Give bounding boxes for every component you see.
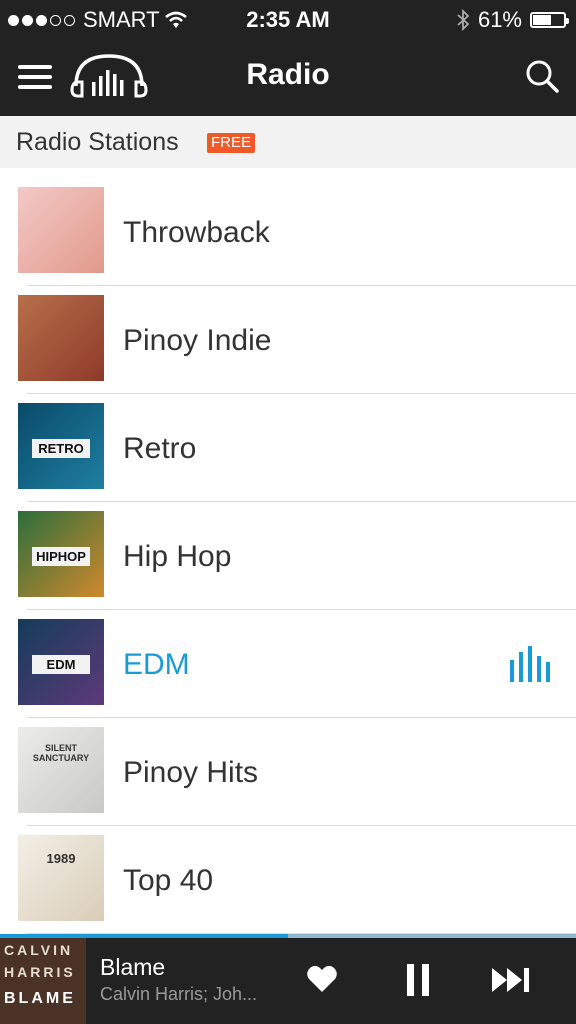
station-name: Retro	[123, 432, 197, 465]
progress-track[interactable]	[0, 934, 576, 938]
album-art-line: CALVIN	[4, 942, 74, 958]
station-name: Top 40	[123, 864, 214, 897]
album-art[interactable]: CALVIN HARRIS BLAME	[0, 938, 86, 1024]
next-track-icon[interactable]	[490, 966, 532, 994]
album-art-line: HARRIS	[4, 964, 76, 980]
status-right: 61%	[456, 7, 569, 33]
battery-icon	[530, 12, 569, 28]
song-artist: Calvin Harris; Joh...	[100, 984, 258, 1004]
station-name: EDM	[123, 648, 190, 681]
heart-icon[interactable]	[306, 964, 338, 994]
now-playing-equalizer-icon	[510, 646, 550, 682]
station-row[interactable]: RETRO Retro	[0, 394, 576, 502]
station-row[interactable]: HIPHOP Hip Hop	[0, 502, 576, 610]
station-artwork-label: RETRO	[32, 439, 90, 458]
station-artwork-label: SILENT SANCTUARY	[32, 743, 90, 763]
song-title: Blame	[100, 954, 166, 980]
battery-percent: 61%	[477, 7, 522, 32]
section-title: Radio Stations	[16, 128, 179, 156]
station-artwork	[18, 295, 104, 381]
station-row[interactable]: EDM EDM	[0, 610, 576, 718]
station-artwork	[18, 187, 104, 273]
station-name: Pinoy Hits	[123, 756, 259, 789]
station-list: Throwback Pinoy Indie RETRO Retro HIPHOP Hip …	[0, 178, 576, 934]
station-row[interactable]: Pinoy Indie	[0, 286, 576, 394]
station-artwork: SILENT SANCTUARY	[18, 727, 104, 813]
album-art-line: BLAME	[4, 990, 76, 1007]
station-artwork: 1989	[18, 835, 104, 921]
station-row[interactable]: Throwback	[0, 178, 576, 286]
status-bar: SMART 2:35 AM 61%	[0, 0, 576, 38]
now-playing-bar[interactable]: CALVIN HARRIS BLAME Blame Calvin Harris;…	[0, 934, 576, 1024]
station-name: Pinoy Indie	[123, 324, 272, 357]
station-artwork: HIPHOP	[18, 511, 104, 597]
station-artwork-label: 1989	[46, 851, 76, 866]
station-artwork-label: EDM	[32, 655, 90, 674]
bluetooth-icon	[457, 9, 470, 31]
station-name: Throwback	[123, 216, 270, 249]
search-icon[interactable]	[524, 58, 560, 94]
page-title: Radio	[246, 58, 330, 91]
station-artwork-label: HIPHOP	[32, 547, 90, 566]
free-badge: FREE	[207, 133, 256, 153]
station-artwork: EDM	[18, 619, 104, 705]
station-name: Hip Hop	[123, 540, 232, 573]
station-row[interactable]: 1989 Top 40	[0, 826, 576, 934]
station-artwork: RETRO	[18, 403, 104, 489]
pause-icon[interactable]	[405, 964, 431, 996]
section-header: Radio Stations	[0, 116, 576, 168]
nav-bar: Radio	[0, 38, 576, 116]
station-row[interactable]: SILENT SANCTUARY Pinoy Hits	[0, 718, 576, 826]
